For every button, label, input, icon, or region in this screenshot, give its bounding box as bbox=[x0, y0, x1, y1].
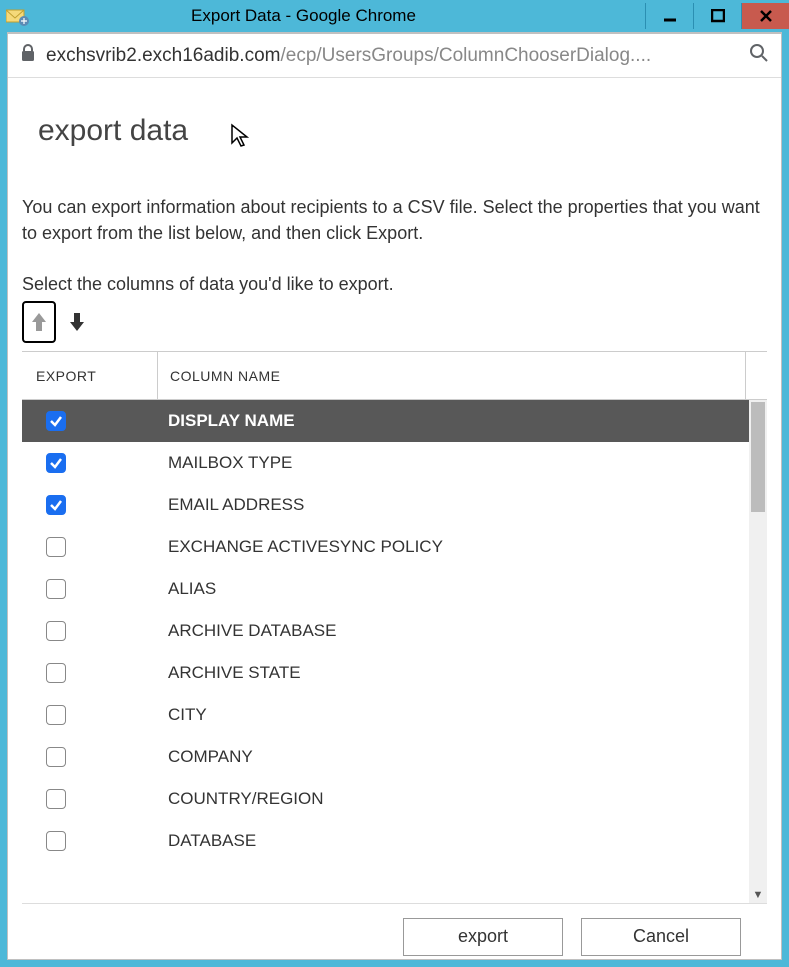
app-icon bbox=[6, 6, 30, 26]
table-row[interactable]: EMAIL ADDRESS bbox=[22, 484, 749, 526]
column-name-cell: EXCHANGE ACTIVESYNC POLICY bbox=[168, 537, 749, 557]
lock-icon bbox=[20, 44, 36, 68]
column-name-cell: ALIAS bbox=[168, 579, 749, 599]
export-checkbox[interactable] bbox=[46, 621, 66, 641]
dialog-footer: export Cancel bbox=[22, 903, 767, 959]
url-domain: exchsvrib2.exch16adib.com bbox=[46, 45, 280, 66]
column-name-cell: MAILBOX TYPE bbox=[168, 453, 749, 473]
checkbox-cell bbox=[22, 495, 168, 515]
table-row[interactable]: COUNTRY/REGION bbox=[22, 778, 749, 820]
export-checkbox[interactable] bbox=[46, 453, 66, 473]
page-content: export data You can export information a… bbox=[8, 78, 781, 959]
checkbox-cell bbox=[22, 411, 168, 431]
export-checkbox[interactable] bbox=[46, 411, 66, 431]
header-column-name[interactable]: COLUMN NAME bbox=[158, 352, 745, 399]
table-row[interactable]: COMPANY bbox=[22, 736, 749, 778]
table-row[interactable]: EXCHANGE ACTIVESYNC POLICY bbox=[22, 526, 749, 568]
maximize-button[interactable] bbox=[693, 3, 741, 29]
table-row[interactable]: MAILBOX TYPE bbox=[22, 442, 749, 484]
checkbox-cell bbox=[22, 621, 168, 641]
column-name-cell: DISPLAY NAME bbox=[168, 411, 749, 431]
table-row[interactable]: ARCHIVE DATABASE bbox=[22, 610, 749, 652]
export-checkbox[interactable] bbox=[46, 789, 66, 809]
checkbox-cell bbox=[22, 579, 168, 599]
scrollbar[interactable]: ▼ bbox=[749, 400, 767, 903]
checkbox-cell bbox=[22, 663, 168, 683]
page-title: export data bbox=[8, 88, 781, 154]
export-button[interactable]: export bbox=[403, 918, 563, 956]
column-name-cell: CITY bbox=[168, 705, 749, 725]
minimize-button[interactable] bbox=[645, 3, 693, 29]
close-button[interactable] bbox=[741, 3, 789, 29]
column-name-cell: DATABASE bbox=[168, 831, 749, 851]
move-down-button[interactable] bbox=[60, 301, 94, 343]
titlebar: Export Data - Google Chrome bbox=[0, 0, 789, 32]
column-name-cell: COUNTRY/REGION bbox=[168, 789, 749, 809]
checkbox-cell bbox=[22, 453, 168, 473]
zoom-icon[interactable] bbox=[749, 43, 769, 69]
select-columns-label: Select the columns of data you'd like to… bbox=[8, 246, 781, 295]
cancel-button[interactable]: Cancel bbox=[581, 918, 741, 956]
column-name-cell: ARCHIVE STATE bbox=[168, 663, 749, 683]
url-path: /ecp/UsersGroups/ColumnChooserDialog.... bbox=[280, 45, 651, 66]
browser-frame: exchsvrib2.exch16adib.com/ecp/UsersGroup… bbox=[7, 32, 782, 960]
checkbox-cell bbox=[22, 537, 168, 557]
export-checkbox[interactable] bbox=[46, 579, 66, 599]
column-name-cell: COMPANY bbox=[168, 747, 749, 767]
export-checkbox[interactable] bbox=[46, 831, 66, 851]
table-row[interactable]: ARCHIVE STATE bbox=[22, 652, 749, 694]
columns-table: EXPORT COLUMN NAME DISPLAY NAME MAILBOX T… bbox=[22, 351, 767, 903]
checkbox-cell bbox=[22, 705, 168, 725]
window-title: Export Data - Google Chrome bbox=[0, 6, 645, 26]
checkbox-cell bbox=[22, 831, 168, 851]
table-body: DISPLAY NAME MAILBOX TYPE EMAIL ADDRESS EXC… bbox=[22, 400, 767, 903]
export-checkbox[interactable] bbox=[46, 663, 66, 683]
checkbox-cell bbox=[22, 789, 168, 809]
export-checkbox[interactable] bbox=[46, 747, 66, 767]
window-controls bbox=[645, 3, 789, 29]
reorder-controls bbox=[8, 295, 781, 351]
header-scroll-spacer bbox=[745, 352, 767, 399]
table-row[interactable]: DATABASE bbox=[22, 820, 749, 862]
scrollbar-thumb[interactable] bbox=[751, 402, 765, 512]
column-name-cell: ARCHIVE DATABASE bbox=[168, 621, 749, 641]
scrollbar-down-arrow[interactable]: ▼ bbox=[752, 889, 764, 901]
checkbox-cell bbox=[22, 747, 168, 767]
export-checkbox[interactable] bbox=[46, 537, 66, 557]
chrome-window: Export Data - Google Chrome exchsvrib2.e… bbox=[0, 0, 789, 967]
column-name-cell: EMAIL ADDRESS bbox=[168, 495, 749, 515]
table-header: EXPORT COLUMN NAME bbox=[22, 352, 767, 400]
table-row[interactable]: ALIAS bbox=[22, 568, 749, 610]
move-up-button[interactable] bbox=[22, 301, 56, 343]
header-export[interactable]: EXPORT bbox=[22, 352, 158, 399]
address-bar: exchsvrib2.exch16adib.com/ecp/UsersGroup… bbox=[8, 34, 781, 78]
table-row[interactable]: CITY bbox=[22, 694, 749, 736]
url-text[interactable]: exchsvrib2.exch16adib.com/ecp/UsersGroup… bbox=[46, 45, 739, 67]
export-checkbox[interactable] bbox=[46, 495, 66, 515]
page-description: You can export information about recipie… bbox=[8, 154, 781, 246]
table-row[interactable]: DISPLAY NAME bbox=[22, 400, 749, 442]
export-checkbox[interactable] bbox=[46, 705, 66, 725]
